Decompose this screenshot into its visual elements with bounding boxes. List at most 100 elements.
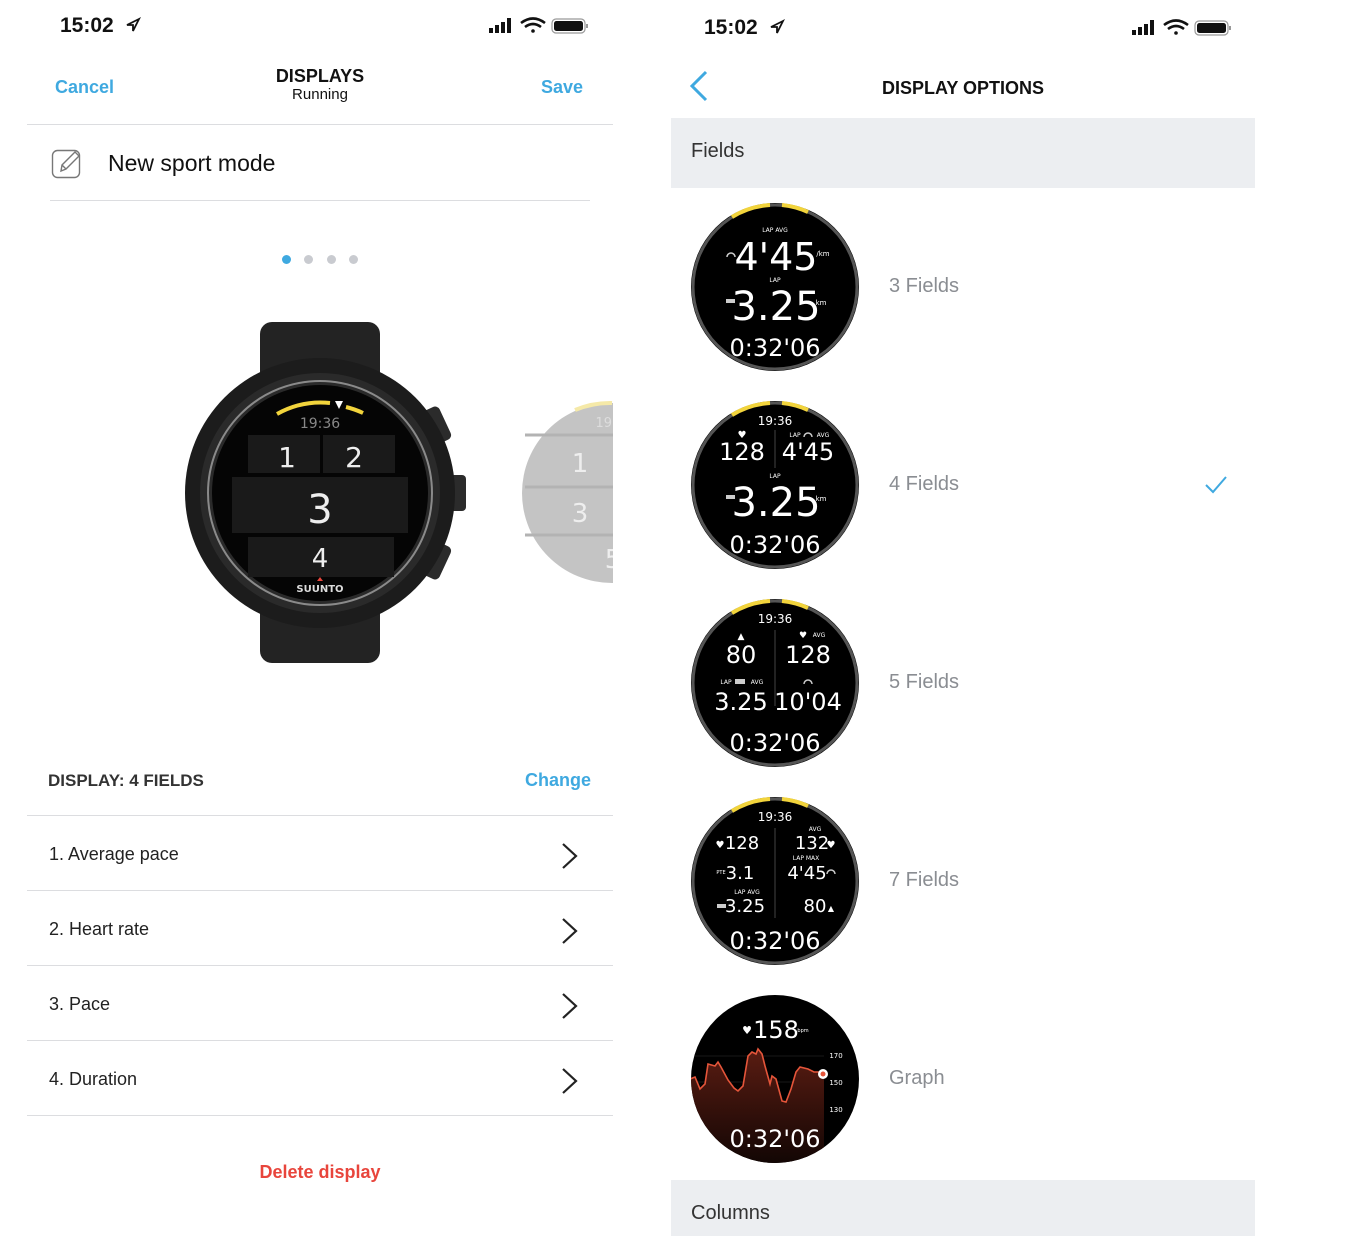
back-button[interactable] — [688, 70, 710, 102]
watch-graphic — [51, 149, 81, 179]
next-watch-preview[interactable]: 19: 1 3 5 — [520, 400, 613, 590]
watch-text: LAP MAX — [793, 855, 820, 862]
change-display-button[interactable]: Change — [491, 770, 591, 791]
watch-graphic — [1144, 24, 1148, 35]
watch-face-graph[interactable]: ♥ 158 bpm 170 150 130 0:32'06 — [690, 994, 860, 1164]
watch-field-2: 2 — [345, 441, 363, 474]
watch-text: 128 — [785, 641, 831, 669]
watch-text: 3.25 — [714, 688, 767, 716]
watch-field-4: 4 — [312, 544, 329, 574]
page-dot[interactable] — [327, 255, 336, 264]
watch-text: 132 — [795, 833, 829, 854]
watch-text: 0:32'06 — [729, 334, 820, 362]
calories-icon: ▲ — [828, 904, 835, 913]
watch-text: LAP AVG — [762, 227, 788, 234]
battery-icon — [1194, 20, 1231, 36]
status-time: 15:02 — [704, 16, 758, 39]
sport-mode-name-field[interactable]: New sport mode — [108, 150, 275, 177]
watch-graphic — [770, 19, 785, 34]
watch-text: AVG — [813, 632, 826, 639]
watch-graphic — [586, 24, 588, 28]
location-arrow-icon — [770, 19, 785, 34]
watch-text: 3.25 — [731, 284, 820, 330]
watch-graphic — [562, 918, 578, 944]
signal-icon — [1132, 20, 1154, 35]
page-dot[interactable] — [349, 255, 358, 264]
chevron-right-icon — [562, 843, 578, 869]
watch-text: 170 — [829, 1052, 842, 1060]
watch-time: 19:36 — [300, 416, 340, 432]
field-row-4[interactable]: 4. Duration — [27, 1041, 613, 1116]
watch-text: 128 — [719, 438, 765, 466]
watch-graphic — [1174, 31, 1178, 35]
edit-icon[interactable] — [51, 147, 83, 179]
watch-text: 4'45 — [782, 438, 834, 466]
chevron-right-icon — [562, 1068, 578, 1094]
watch-text: bpm — [797, 1028, 808, 1034]
watch-graphic — [554, 21, 583, 31]
watch-graphic — [60, 151, 80, 173]
watch-text: LAP AVG — [734, 889, 760, 896]
watch-face-7-fields[interactable]: 19:36 ♥ 128 AVG 132 ♥ PTE 3.1 LAP MAX 4'… — [690, 796, 860, 966]
distance-icon — [735, 679, 745, 684]
watch-text: 158 — [753, 1016, 799, 1044]
watch-graphic — [495, 25, 499, 33]
heart-icon: ♥ — [799, 631, 807, 641]
watch-brand-logo: SUUNTO — [296, 584, 343, 595]
watch-text: 5 — [605, 545, 613, 575]
watch-text: 0:32'06 — [729, 531, 820, 559]
watch-graphic — [1205, 476, 1227, 494]
chevron-right-icon — [562, 918, 578, 944]
status-time: 15:02 — [60, 14, 114, 37]
field-label: 3. Pace — [49, 994, 111, 1014]
divider — [50, 200, 590, 201]
wifi-icon — [1163, 19, 1189, 35]
watch-text: 128 — [725, 833, 759, 854]
watch-graphic — [1138, 27, 1142, 35]
watch-text: LAP — [769, 277, 781, 284]
field-row-3[interactable]: 3. Pace — [27, 966, 613, 1041]
page-subtitle: Running — [292, 86, 348, 103]
section-header-columns: Columns — [671, 1180, 1255, 1236]
watch-text: 80 — [726, 641, 757, 669]
watch-text: 19:36 — [758, 414, 793, 428]
watch-text: km — [816, 495, 827, 503]
watch-preview[interactable]: 19:36 1 2 3 4 SUUNTO — [180, 315, 480, 670]
delete-display-button[interactable]: Delete display — [170, 1162, 470, 1183]
watch-graphic — [1132, 30, 1136, 35]
watch-graphic — [520, 17, 546, 25]
page-dot[interactable] — [304, 255, 313, 264]
watch-text: 19:36 — [758, 810, 793, 824]
save-button[interactable]: Save — [541, 77, 583, 98]
watch-text: 4'45 — [735, 235, 818, 279]
watch-graphic — [562, 1068, 578, 1094]
cancel-button[interactable]: Cancel — [55, 77, 114, 98]
watch-text: 3.25 — [731, 480, 820, 526]
watch-text: AVG — [751, 679, 764, 686]
watch-face-3-fields[interactable]: LAP AVG 4'45 /km LAP 3.25 km 0:32'06 — [690, 202, 860, 372]
option-label: 4 Fields — [889, 473, 960, 495]
field-row-1[interactable]: 1. Average pace — [27, 816, 613, 891]
option-label: 7 Fields — [889, 869, 960, 891]
watch-face-4-fields[interactable]: 19:36 ♥ 128 LAP AVG 4'45 LAP 3.25 km 0:3… — [690, 400, 860, 570]
watch-graphic — [501, 22, 505, 33]
watch-text: 150 — [829, 1079, 842, 1087]
watch-text: /km — [816, 250, 829, 258]
watch-text: 80 — [804, 896, 827, 917]
field-row-2[interactable]: 2. Heart rate — [27, 891, 613, 966]
watch-face-5-fields[interactable]: 19:36 ▲ 80 ♥ AVG 128 LAP AVG 3.25 10'04 … — [690, 598, 860, 768]
chevron-right-icon — [562, 993, 578, 1019]
page-title: DISPLAY OPTIONS — [881, 78, 1045, 98]
page-title: DISPLAYS — [275, 66, 365, 86]
section-header-fields: Fields — [671, 118, 1255, 188]
watch-text: 19: — [596, 416, 613, 431]
field-label: 1. Average pace — [49, 844, 179, 864]
page-dot-active[interactable] — [282, 255, 291, 264]
watch-graphic — [1197, 23, 1226, 33]
watch-graphic — [820, 1071, 826, 1077]
watch-graphic — [531, 29, 535, 33]
watch-graphic — [1229, 26, 1231, 30]
watch-text: AVG — [809, 826, 822, 833]
watch-text: km — [816, 299, 827, 307]
watch-field-3: 3 — [307, 487, 332, 533]
